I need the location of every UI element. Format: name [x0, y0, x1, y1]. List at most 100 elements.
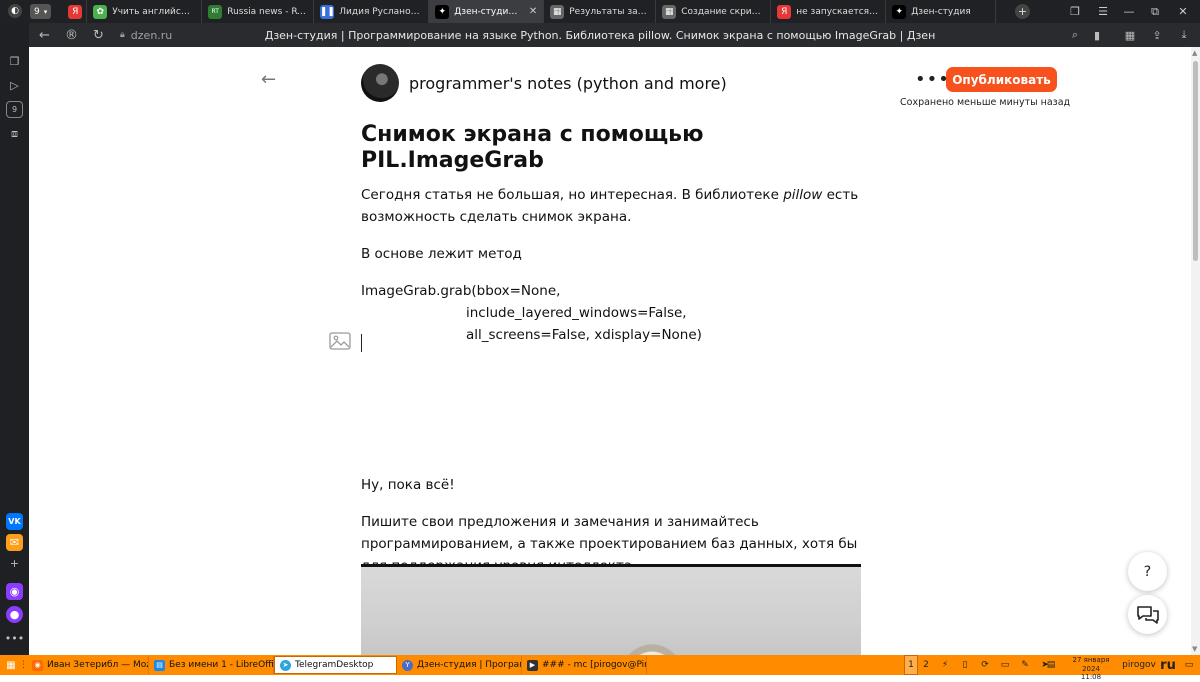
taskbar-item[interactable]: ▤ Без имени 1 - LibreOffic... — [149, 656, 274, 674]
alice-icon[interactable]: ◉ — [6, 583, 23, 600]
workspace-2[interactable]: 2 — [919, 655, 933, 675]
text-cursor — [361, 334, 362, 352]
taskbar-item-active[interactable]: ➤ TelegramDesktop — [274, 656, 397, 674]
extensions-icon[interactable]: ▦ — [1118, 23, 1142, 47]
collections-icon[interactable]: ❐ — [6, 53, 23, 70]
telegram-icon: ➤ — [280, 659, 291, 671]
tab-item[interactable]: ▦ Создание скриншота — [656, 0, 772, 23]
taskbar-label: Иван Зетерибл — Mozill... — [47, 660, 148, 670]
bookmark-icon[interactable]: ▮ — [1085, 23, 1109, 47]
chat-icon — [1136, 605, 1159, 624]
taskbar-item[interactable]: ◉ Иван Зетерибл — Mozill... — [27, 656, 149, 674]
browser-profile-icon[interactable]: ◐ — [8, 4, 22, 18]
restore-icon[interactable]: ⧉ — [1142, 0, 1168, 23]
tab-item[interactable]: ✦ Дзен-студия — [886, 0, 997, 23]
search-icon[interactable]: ⌕ — [1063, 23, 1087, 47]
pen-icon[interactable]: ✎ — [1018, 655, 1032, 675]
tab-label: Дзен-студия — [911, 6, 971, 17]
more-menu-button[interactable]: ••• — [915, 69, 950, 90]
firefox-icon: ◉ — [32, 659, 43, 671]
paragraph-method[interactable]: В основе лежит метод — [361, 243, 861, 265]
menu-icon[interactable]: ☰ — [1090, 0, 1116, 23]
tab-label: не запускается PIL.fea — [796, 6, 879, 17]
channel-name[interactable]: programmer's notes (python and more) — [409, 74, 727, 93]
os-taskbar: ▦ ⋮ ◉ Иван Зетерибл — Mozill... ▤ Без им… — [0, 655, 1200, 681]
tab-item[interactable]: Я — [63, 0, 88, 23]
browser-tab-bar: ◐ 9 ▾ Я ✿ Учить английские сл RT Russia … — [0, 0, 1200, 23]
close-window-icon[interactable]: ✕ — [1170, 0, 1196, 23]
reload-icon[interactable]: ↻ — [85, 23, 112, 47]
close-tab-icon[interactable]: ✕ — [529, 6, 537, 17]
separator: ⋮ — [19, 660, 28, 670]
photo-subject — [617, 639, 687, 655]
network-icon[interactable]: ⚡ — [938, 655, 952, 675]
keyboard-layout[interactable]: ru — [1157, 655, 1179, 675]
play-icon[interactable]: ▷ — [6, 77, 23, 94]
tab-item[interactable]: ▦ Результаты запроса — [544, 0, 657, 23]
workspace-1[interactable]: 1 — [904, 655, 918, 675]
minimize-icon[interactable]: — — [1116, 0, 1142, 23]
shield-icon[interactable]: ® — [58, 23, 85, 47]
tab-item[interactable]: ❚❚ Лидия Русланова — М — [314, 0, 430, 23]
image-insert-icon[interactable] — [329, 332, 351, 350]
tab-label: Russia news - RT Intern — [227, 6, 307, 17]
page-scrollbar[interactable]: ▲ ▼ — [1191, 47, 1200, 655]
code-block[interactable]: ImageGrab.grab(bbox=None, include_layere… — [361, 280, 861, 346]
tab-active[interactable]: ✦ Дзен-студия | Прог ✕ — [429, 0, 545, 23]
tab-item[interactable]: ✿ Учить английские сл — [87, 0, 203, 23]
update-icon[interactable]: ⟳ — [978, 655, 992, 675]
taskbar-item[interactable]: Y Дзен-студия | Програм... — [397, 656, 522, 674]
back-icon[interactable]: ← — [31, 23, 58, 47]
app-menu-icon[interactable]: ▦ — [3, 656, 19, 674]
scroll-up-icon[interactable]: ▲ — [1192, 49, 1197, 57]
vk-icon[interactable]: VK — [6, 513, 23, 530]
arrow-left-icon[interactable]: ← — [261, 69, 276, 90]
more-icon[interactable]: ••• — [5, 630, 24, 647]
new-tab-button[interactable]: + — [1015, 4, 1030, 19]
lock-icon: 🔒︎ — [120, 30, 125, 40]
download-icon[interactable]: ⤓ — [1172, 23, 1196, 47]
intro-text: Сегодня статья не большая, но интересная… — [361, 186, 784, 203]
tab-item[interactable]: RT Russia news - RT Intern — [202, 0, 315, 23]
zen-icon: ✦ — [892, 4, 907, 19]
tab-item[interactable]: Я не запускается PIL.fea — [771, 0, 887, 23]
tab-count-button[interactable]: 9 ▾ — [30, 4, 52, 19]
intro-italic: pillow — [783, 186, 823, 203]
libreoffice-icon: ▤ — [154, 659, 165, 671]
taskbar-label: Дзен-студия | Програм... — [417, 660, 521, 670]
editor-page: ← programmer's notes (python and more) •… — [29, 47, 1191, 655]
scrollbar-thumb[interactable] — [1193, 61, 1198, 261]
collections-icon[interactable]: ❐ — [1062, 0, 1088, 23]
article-title[interactable]: Снимок экрана с помощью PIL.ImageGrab — [361, 122, 861, 175]
terminal-icon: ▶ — [527, 659, 538, 671]
taskbar-item[interactable]: ▶ ### - mc [pirogov@Pirog... — [522, 656, 647, 674]
screenshot-icon[interactable]: ⧈ — [6, 125, 23, 142]
paragraph-bye[interactable]: Ну, пока всё! — [361, 474, 861, 496]
url-field[interactable]: 🔒︎ dzen.ru — [120, 29, 172, 42]
battery-icon[interactable]: ▤ — [1044, 655, 1058, 675]
help-button[interactable]: ? — [1128, 552, 1167, 591]
yandex-browser-icon: Y — [402, 659, 413, 671]
keyboard-icon[interactable]: ▭ — [998, 655, 1012, 675]
clock[interactable]: 27 января 2024 11:08 — [1063, 656, 1119, 682]
share-icon[interactable]: ⇪ — [1145, 23, 1169, 47]
user-name[interactable]: pirogov — [1122, 655, 1156, 675]
show-desktop-icon[interactable]: ▭ — [1182, 655, 1196, 675]
badge-icon[interactable]: 9 — [6, 101, 23, 118]
alice-voice-icon[interactable]: ● — [6, 606, 23, 623]
tab-count: 9 — [34, 6, 40, 17]
paragraph-intro[interactable]: Сегодня статья не большая, но интересная… — [361, 184, 861, 228]
chat-button[interactable] — [1128, 595, 1167, 634]
mail-icon[interactable]: ✉ — [6, 534, 23, 551]
scroll-down-icon[interactable]: ▼ — [1192, 645, 1197, 653]
article-image[interactable] — [361, 564, 861, 655]
tab-label: Результаты запроса — [569, 6, 650, 17]
avatar[interactable] — [361, 64, 399, 102]
add-icon[interactable]: + — [6, 555, 23, 572]
article-body[interactable]: Снимок экрана с помощью PIL.ImageGrab Се… — [361, 122, 861, 577]
url-text: dzen.ru — [130, 28, 173, 42]
page-icon: ▦ — [550, 4, 565, 19]
clipboard-icon[interactable]: ▯ — [958, 655, 972, 675]
yandex-icon: Я — [68, 4, 83, 19]
publish-button[interactable]: Опубликовать — [946, 67, 1057, 92]
